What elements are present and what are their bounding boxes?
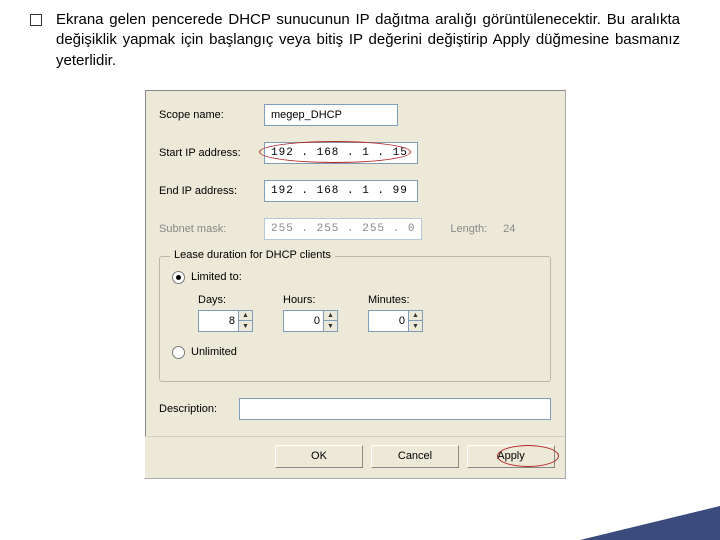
length-label: Length: (450, 223, 487, 235)
subnet-mask-value: 255 . 255 . 255 . 0 (271, 223, 415, 235)
start-ip-input[interactable]: 192 . 168 . 1 . 15 (264, 142, 418, 164)
limited-to-radio[interactable]: Limited to: (172, 271, 538, 284)
decorative-corner (580, 506, 720, 540)
days-input[interactable] (198, 310, 239, 332)
apply-button[interactable]: Apply (467, 445, 555, 468)
description-input[interactable] (239, 398, 551, 420)
dhcp-scope-dialog: Scope name: megep_DHCP Start IP address:… (144, 89, 566, 479)
ok-button-label: OK (311, 450, 327, 462)
chevron-down-icon[interactable]: ▼ (324, 320, 338, 332)
minutes-stepper[interactable]: ▲ ▼ (368, 310, 423, 332)
days-stepper[interactable]: ▲ ▼ (198, 310, 253, 332)
intro-text: Ekrana gelen pencerede DHCP sunucunun IP… (56, 10, 680, 71)
list-bullet (30, 14, 42, 26)
radio-icon (172, 346, 185, 359)
minutes-label: Minutes: (368, 294, 410, 306)
lease-duration-group: Lease duration for DHCP clients Limited … (159, 256, 551, 382)
radio-icon (172, 271, 185, 284)
chevron-up-icon[interactable]: ▲ (324, 310, 338, 321)
chevron-up-icon[interactable]: ▲ (409, 310, 423, 321)
cancel-button[interactable]: Cancel (371, 445, 459, 468)
scope-name-input[interactable]: megep_DHCP (264, 104, 398, 126)
days-label: Days: (198, 294, 226, 306)
hours-label: Hours: (283, 294, 315, 306)
unlimited-radio[interactable]: Unlimited (172, 346, 538, 359)
end-ip-input[interactable]: 192 . 168 . 1 . 99 (264, 180, 418, 202)
end-ip-value: 192 . 168 . 1 . 99 (271, 185, 408, 197)
hours-stepper[interactable]: ▲ ▼ (283, 310, 338, 332)
scope-name-label: Scope name: (159, 109, 254, 121)
apply-button-label: Apply (497, 450, 525, 462)
start-ip-value: 192 . 168 . 1 . 15 (271, 147, 408, 159)
length-value: 24 (503, 223, 515, 235)
hours-input[interactable] (283, 310, 324, 332)
description-label: Description: (159, 403, 229, 415)
unlimited-label: Unlimited (191, 346, 237, 358)
limited-to-label: Limited to: (191, 271, 242, 283)
chevron-up-icon[interactable]: ▲ (239, 310, 253, 321)
scope-name-value: megep_DHCP (271, 109, 342, 121)
end-ip-label: End IP address: (159, 185, 254, 197)
chevron-down-icon[interactable]: ▼ (239, 320, 253, 332)
ok-button[interactable]: OK (275, 445, 363, 468)
minutes-input[interactable] (368, 310, 409, 332)
subnet-mask-label: Subnet mask: (159, 223, 254, 235)
start-ip-label: Start IP address: (159, 147, 254, 159)
chevron-down-icon[interactable]: ▼ (409, 320, 423, 332)
cancel-button-label: Cancel (398, 450, 432, 462)
lease-duration-legend: Lease duration for DHCP clients (170, 249, 335, 261)
subnet-mask-input: 255 . 255 . 255 . 0 (264, 218, 422, 240)
